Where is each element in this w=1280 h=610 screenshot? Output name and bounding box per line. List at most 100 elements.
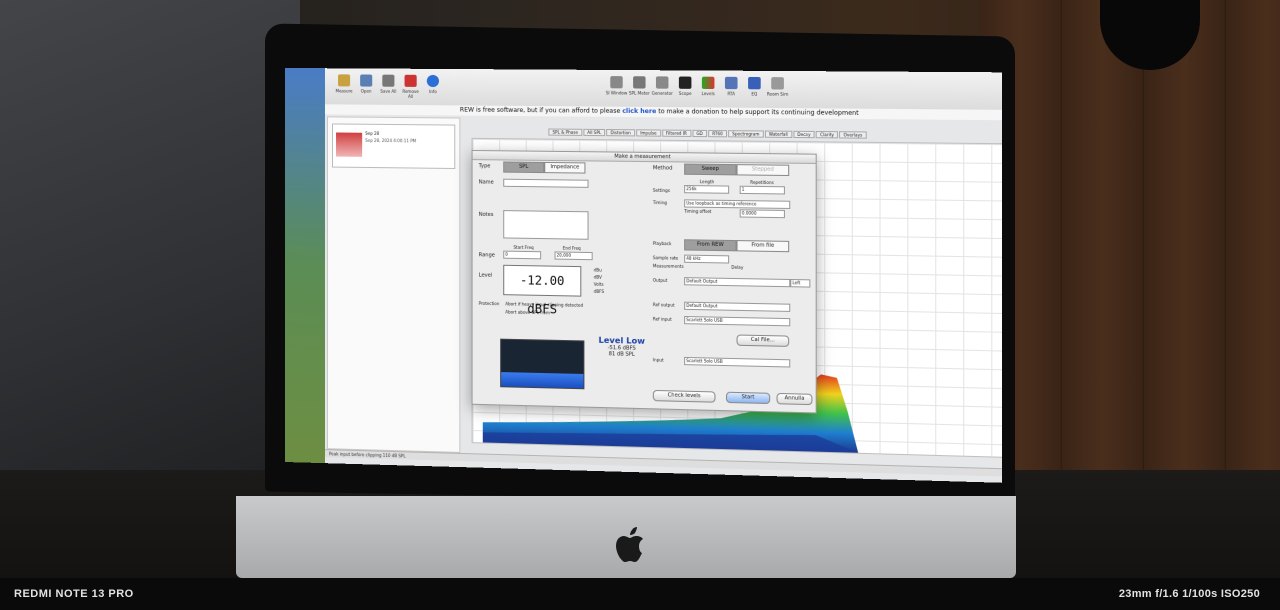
- timing-offset-label: Timing offset: [684, 208, 712, 215]
- end-freq-input[interactable]: 20,000: [554, 251, 593, 261]
- output-channel-select[interactable]: Left: [790, 278, 811, 288]
- output-label: Output: [652, 277, 668, 283]
- abort-clipping-checkbox[interactable]: Abort if heavy input clipping detected: [505, 301, 583, 308]
- toolbar-si-window-button[interactable]: SI Window: [605, 76, 628, 96]
- level-input[interactable]: -12.00 dBFS: [503, 264, 582, 316]
- timing-select[interactable]: Use loopback as timing reference: [684, 199, 791, 209]
- input-select[interactable]: Scarlett Solo USB: [684, 356, 791, 368]
- photo: Measure Open Save All Remove All Info SI…: [0, 0, 1280, 610]
- type-spl-button[interactable]: SPL: [503, 161, 545, 174]
- generator-icon: [655, 76, 669, 89]
- protection-label: Protection: [478, 300, 500, 307]
- save-icon: [382, 74, 395, 87]
- toolbar-measure-button[interactable]: Measure: [333, 74, 355, 94]
- tab-decay[interactable]: Decay: [793, 130, 815, 139]
- tab-waterfall[interactable]: Waterfall: [764, 130, 793, 138]
- apple-logo-icon: [616, 527, 643, 562]
- measurement-name: Sep 28: [365, 130, 380, 136]
- method-sweep-button[interactable]: Sweep: [684, 163, 737, 176]
- repetitions-label: Repetitions: [750, 179, 774, 186]
- end-freq-label: End Freq: [562, 245, 581, 251]
- ref-input-label: Ref input: [652, 316, 672, 322]
- tab-filtered-ir[interactable]: Filtered IR: [661, 129, 692, 137]
- remove-icon: [404, 74, 417, 87]
- sample-rate-label: Sample rate: [652, 255, 679, 261]
- toolbar-open-button[interactable]: Open: [355, 74, 377, 94]
- measurement-card[interactable]: Sep 28 Sep 28, 2024 4:00:11 PM: [332, 123, 456, 170]
- measurements-panel: Sep 28 Sep 28, 2024 4:00:11 PM: [327, 116, 461, 453]
- cal-file-button[interactable]: Cal File...: [736, 334, 790, 347]
- spl-meter-icon: [633, 76, 646, 89]
- input-label: Input: [652, 357, 664, 363]
- input-level-meter: [500, 338, 585, 390]
- name-input[interactable]: [503, 178, 589, 188]
- output-select[interactable]: Default Output: [684, 277, 791, 288]
- ref-output-label: Ref output: [652, 302, 675, 308]
- rta-icon: [724, 76, 738, 90]
- cancel-button[interactable]: Annulla: [776, 392, 813, 406]
- toolbar-rta-button[interactable]: RTA: [720, 76, 743, 97]
- tab-spl-phase[interactable]: SPL & Phase: [548, 128, 583, 136]
- imac-screen: Measure Open Save All Remove All Info SI…: [285, 68, 1003, 483]
- tab-overlays[interactable]: Overlays: [839, 131, 867, 139]
- ref-output-select[interactable]: Default Output: [684, 301, 791, 312]
- level-readout: Level Low -51.6 dBFS 81 dB SPL: [591, 335, 653, 358]
- unit-dbfs-radio[interactable]: dBFS: [594, 288, 604, 295]
- notes-input[interactable]: [503, 210, 589, 240]
- measure-dialog: Make a measurement Type SPL Impedance Na…: [471, 149, 817, 414]
- room-sim-icon: [771, 77, 784, 90]
- delay-label: Delay: [731, 264, 744, 270]
- toolbar-remove-button[interactable]: Remove All: [399, 74, 421, 99]
- repetitions-select[interactable]: 1: [739, 185, 785, 195]
- toolbar-levels-button[interactable]: Levels: [697, 76, 720, 97]
- toolbar-eq-button[interactable]: EQ: [743, 76, 766, 97]
- start-button[interactable]: Start: [725, 391, 771, 405]
- settings-label: Settings: [652, 187, 670, 194]
- toolbar-save-button[interactable]: Save All: [377, 74, 399, 94]
- camera-device: REDMI NOTE 13 PRO: [14, 588, 134, 600]
- ref-input-select[interactable]: Scarlett Solo USB: [684, 315, 791, 327]
- abort-spl-checkbox[interactable]: Abort above SPL from: [505, 309, 550, 315]
- levels-icon: [701, 76, 715, 90]
- tab-clarity[interactable]: Clarity: [815, 130, 839, 139]
- name-label: Name: [478, 179, 494, 186]
- toolbar-room-sim-button[interactable]: Room Sim: [766, 77, 789, 97]
- start-freq-input[interactable]: 0: [503, 250, 542, 260]
- tab-spectrogram[interactable]: Spectrogram: [728, 130, 764, 138]
- tab-impulse[interactable]: Impulse: [636, 129, 661, 137]
- info-icon: [426, 74, 439, 88]
- length-label: Length: [699, 179, 715, 185]
- measurement-thumbnail: [336, 132, 363, 157]
- method-stepped-button[interactable]: Stepped: [736, 164, 790, 177]
- toolbar-generator-button[interactable]: Generator: [651, 76, 674, 96]
- type-label: Type: [478, 163, 491, 170]
- camera-exif: 23mm f/1.6 1/100s ISO250: [1118, 588, 1260, 600]
- tab-gd[interactable]: GD: [692, 129, 708, 138]
- playback-from-rew-button[interactable]: From REW: [684, 239, 737, 252]
- measurement-date: Sep 28, 2024 4:00:11 PM: [365, 137, 417, 144]
- toolbar-spl-meter-button[interactable]: SPL Meter: [628, 76, 651, 96]
- window-icon: [610, 76, 623, 89]
- toolbar-info-button[interactable]: Info: [422, 74, 444, 94]
- camera-watermark-bar: REDMI NOTE 13 PRO 23mm f/1.6 1/100s ISO2…: [0, 578, 1280, 610]
- timing-label: Timing: [652, 199, 667, 206]
- tab-distortion[interactable]: Distortion: [606, 129, 635, 137]
- tab-all-spl[interactable]: All SPL: [583, 128, 606, 137]
- playback-from-file-button[interactable]: From file: [736, 240, 790, 253]
- length-select[interactable]: 256k: [684, 185, 730, 194]
- timing-offset-input[interactable]: 0.0000: [739, 209, 785, 219]
- playback-label: Playback: [652, 240, 672, 247]
- method-label: Method: [652, 165, 673, 172]
- eq-icon: [748, 76, 761, 90]
- donation-link[interactable]: click here: [622, 108, 656, 115]
- wall: [0, 0, 300, 500]
- sample-rate-select[interactable]: 48 kHz: [684, 254, 730, 264]
- check-levels-button[interactable]: Check levels: [652, 389, 716, 403]
- toolbar-scope-button[interactable]: Scope: [674, 76, 697, 96]
- scope-icon: [678, 76, 692, 89]
- notes-label: Notes: [478, 211, 494, 219]
- type-impedance-button[interactable]: Impedance: [544, 161, 586, 174]
- start-freq-label: Start Freq: [513, 244, 534, 251]
- measure-icon: [338, 74, 351, 87]
- tab-rt60[interactable]: RT60: [708, 129, 727, 138]
